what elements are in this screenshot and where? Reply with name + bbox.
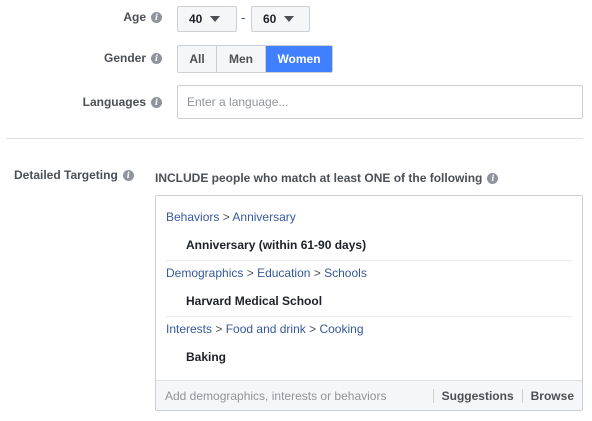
info-icon[interactable]: i: [151, 52, 162, 64]
breadcrumb-link[interactable]: Behaviors: [166, 210, 219, 224]
gender-segmented-control: All Men Women: [177, 45, 333, 73]
languages-label: Languages i: [83, 95, 162, 109]
targeting-item[interactable]: Harvard Medical School: [186, 294, 322, 308]
detailed-targeting-label: Detailed Targeting i: [14, 168, 134, 182]
row-divider: [166, 316, 572, 317]
gender-women-button[interactable]: Women: [266, 46, 332, 72]
row-divider: [166, 260, 572, 261]
targeting-search-input[interactable]: Add demographics, interests or behaviors: [156, 389, 433, 403]
language-input[interactable]: Enter a language...: [177, 85, 583, 119]
targeting-breadcrumb: Demographics > Education > Schools: [166, 266, 367, 280]
info-icon[interactable]: i: [151, 11, 162, 23]
targeting-item[interactable]: Baking: [186, 350, 226, 364]
age-max-select[interactable]: 60: [251, 6, 310, 32]
breadcrumb-link[interactable]: Schools: [324, 266, 367, 280]
include-instruction: INCLUDE people who match at least ONE of…: [155, 171, 499, 185]
breadcrumb-link[interactable]: Interests: [166, 322, 212, 336]
suggestions-button[interactable]: Suggestions: [432, 388, 522, 403]
targeting-breadcrumb: Interests > Food and drink > Cooking: [166, 322, 364, 336]
targeting-footer: Add demographics, interests or behaviors…: [156, 380, 582, 410]
breadcrumb-link[interactable]: Demographics: [166, 266, 243, 280]
info-icon[interactable]: i: [487, 172, 499, 184]
caret-down-icon: [210, 16, 221, 22]
targeting-item[interactable]: Anniversary (within 61-90 days): [186, 238, 366, 252]
targeting-breadcrumb: Behaviors > Anniversary: [166, 210, 296, 224]
breadcrumb-link[interactable]: Cooking: [319, 322, 363, 336]
age-label: Age i: [123, 10, 162, 24]
info-icon[interactable]: i: [151, 96, 162, 108]
gender-label: Gender i: [104, 51, 162, 65]
browse-button[interactable]: Browse: [521, 388, 582, 403]
caret-down-icon: [284, 16, 295, 22]
section-divider: [6, 138, 583, 139]
breadcrumb-link[interactable]: Food and drink: [226, 322, 306, 336]
breadcrumb-link[interactable]: Anniversary: [232, 210, 295, 224]
gender-all-button[interactable]: All: [178, 46, 217, 72]
gender-men-button[interactable]: Men: [217, 46, 266, 72]
breadcrumb-link[interactable]: Education: [257, 266, 310, 280]
detailed-targeting-box: Behaviors > Anniversary Anniversary (wit…: [155, 195, 583, 411]
age-min-select[interactable]: 40: [177, 6, 237, 32]
age-range-separator: -: [241, 10, 246, 25]
info-icon[interactable]: i: [122, 169, 134, 181]
